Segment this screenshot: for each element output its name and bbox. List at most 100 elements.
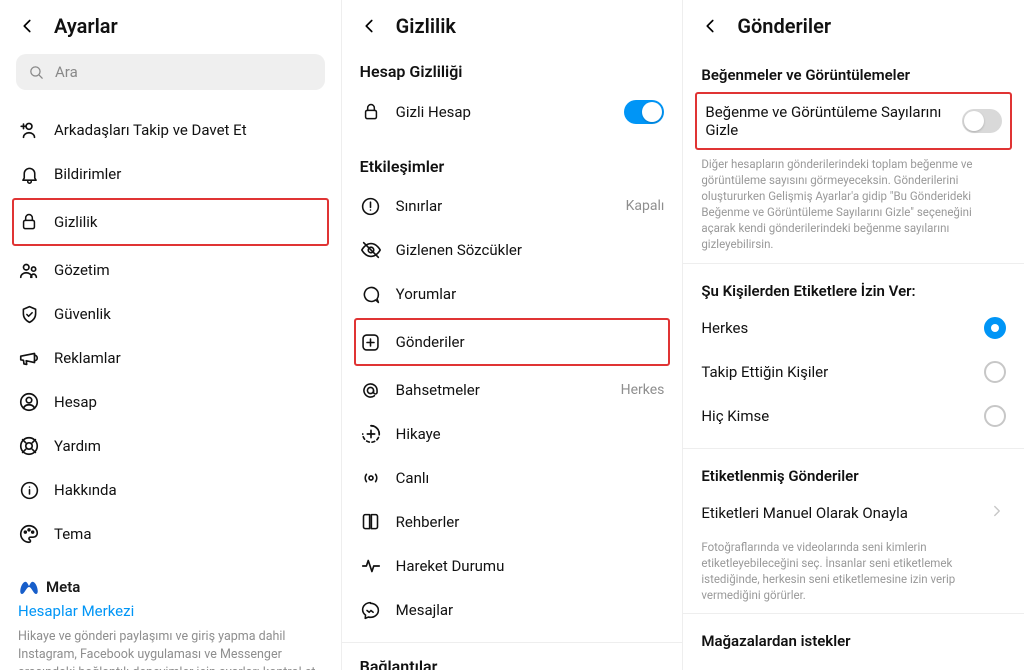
divider xyxy=(683,263,1024,264)
item-label: Hakkında xyxy=(54,481,323,499)
item-label: Tema xyxy=(54,525,323,543)
section-tagged-posts: Etiketlenmiş Gönderiler xyxy=(697,461,1010,491)
palette-icon xyxy=(18,523,40,545)
tag-option-following[interactable]: Takip Ettiğin Kişiler xyxy=(697,350,1010,394)
shield-icon xyxy=(18,303,40,325)
back-button[interactable] xyxy=(358,15,380,37)
page-title: Gönderiler xyxy=(737,14,831,38)
highlighted-posts: Gönderiler xyxy=(354,318,671,366)
radio-unselected[interactable] xyxy=(984,405,1006,427)
settings-item-theme[interactable]: Tema xyxy=(14,512,327,556)
section-likes-views: Beğenmeler ve Görüntülemeler xyxy=(697,60,1010,90)
privacy-item-comments[interactable]: Yorumlar xyxy=(356,272,669,316)
item-label: Sınırlar xyxy=(396,197,612,215)
radio-unselected[interactable] xyxy=(984,361,1006,383)
privacy-item-hidden-words[interactable]: Gizlenen Sözcükler xyxy=(356,228,669,272)
search-icon xyxy=(28,64,45,81)
settings-item-privacy[interactable]: Gizlilik xyxy=(14,200,327,244)
item-label: Hareket Durumu xyxy=(396,557,665,575)
plus-square-icon xyxy=(360,331,382,353)
hide-counts-toggle[interactable] xyxy=(962,109,1002,133)
privacy-item-story[interactable]: Hikaye xyxy=(356,412,669,456)
megaphone-icon xyxy=(18,347,40,369)
section-allow-tags: Şu Kişilerden Etiketlere İzin Ver: xyxy=(697,276,1010,306)
manual-approve-row[interactable]: Etiketleri Manuel Olarak Onayla xyxy=(697,491,1010,535)
story-icon xyxy=(360,423,382,445)
user-circle-icon xyxy=(18,391,40,413)
item-label: Rehberler xyxy=(396,513,665,531)
item-label: Yardım xyxy=(54,437,323,455)
item-label: Hikaye xyxy=(396,425,665,443)
add-user-icon xyxy=(18,119,40,141)
item-trail: Herkes xyxy=(621,382,665,398)
privacy-item-posts[interactable]: Gönderiler xyxy=(356,320,669,364)
item-label: Yorumlar xyxy=(396,285,665,303)
privacy-item-guides[interactable]: Rehberler xyxy=(356,500,669,544)
tag-option-noone[interactable]: Hiç Kimse xyxy=(697,394,1010,438)
item-trail: Kapalı xyxy=(626,198,665,214)
search-input[interactable]: Ara xyxy=(16,54,325,90)
info-icon xyxy=(18,479,40,501)
privacy-item-live[interactable]: Canlı xyxy=(356,456,669,500)
settings-item-ads[interactable]: Reklamlar xyxy=(14,336,327,380)
item-label: Gözetim xyxy=(54,261,323,279)
item-label: Hesap xyxy=(54,393,323,411)
hide-counts-row[interactable]: Beğenme ve Görüntüleme Sayılarını Gizle xyxy=(697,94,1010,148)
settings-item-about[interactable]: Hakkında xyxy=(14,468,327,512)
messenger-icon xyxy=(360,599,382,621)
radio-selected[interactable] xyxy=(984,317,1006,339)
footer-description: Hikaye ve gönderi paylaşımı ve giriş yap… xyxy=(14,624,327,670)
highlighted-privacy: Gizlilik xyxy=(12,198,329,246)
item-label: Bahsetmeler xyxy=(396,381,607,399)
settings-item-security[interactable]: Güvenlik xyxy=(14,292,327,336)
section-connections: Bağlantılar xyxy=(360,657,665,670)
divider xyxy=(683,448,1024,449)
lock-icon xyxy=(360,101,382,123)
item-label: Güvenlik xyxy=(54,305,323,323)
accounts-center-link[interactable]: Hesaplar Merkezi xyxy=(14,596,327,624)
private-account-label: Gizli Hesap xyxy=(396,103,611,121)
manual-approve-description: Fotoğraflarında ve videolarında seni kim… xyxy=(697,535,1010,603)
item-label: Canlı xyxy=(396,469,665,487)
item-label: Gizlilik xyxy=(54,213,323,231)
back-button[interactable] xyxy=(16,15,38,37)
private-account-toggle[interactable] xyxy=(624,100,664,124)
option-label: Herkes xyxy=(701,319,972,337)
comment-icon xyxy=(360,283,382,305)
privacy-item-limits[interactable]: Sınırlar Kapalı xyxy=(356,184,669,228)
meta-icon xyxy=(18,580,40,594)
page-title: Ayarlar xyxy=(54,14,118,38)
divider xyxy=(342,642,683,643)
settings-item-supervision[interactable]: Gözetim xyxy=(14,248,327,292)
tag-option-everyone[interactable]: Herkes xyxy=(697,306,1010,350)
privacy-item-activity[interactable]: Hareket Durumu xyxy=(356,544,669,588)
back-button[interactable] xyxy=(699,15,721,37)
section-account-privacy: Hesap Gizliliği xyxy=(360,62,665,81)
alert-circle-icon xyxy=(360,195,382,217)
privacy-item-mentions[interactable]: Bahsetmeler Herkes xyxy=(356,368,669,412)
manual-approve-label: Etiketleri Manuel Olarak Onayla xyxy=(701,504,976,522)
item-label: Bildirimler xyxy=(54,165,323,183)
privacy-item-messages[interactable]: Mesajlar xyxy=(356,588,669,632)
section-shop-requests: Mağazalardan istekler xyxy=(697,626,1010,656)
option-label: Hiç Kimse xyxy=(701,407,972,425)
bell-icon xyxy=(18,163,40,185)
hide-counts-label: Beğenme ve Görüntüleme Sayılarını Gizle xyxy=(705,103,950,139)
item-label: Gönderiler xyxy=(396,333,665,351)
settings-item-notifications[interactable]: Bildirimler xyxy=(14,152,327,196)
hide-counts-description: Diğer hesapların gönderilerindeki toplam… xyxy=(697,152,1010,253)
shops-row[interactable]: Gönderilerini mağazalarda öne çıkarmak i… xyxy=(697,656,1010,670)
meta-brand: Meta xyxy=(14,578,327,596)
settings-item-account[interactable]: Hesap xyxy=(14,380,327,424)
settings-item-invite[interactable]: Arkadaşları Takip ve Davet Et xyxy=(14,108,327,152)
private-account-row[interactable]: Gizli Hesap xyxy=(356,89,669,135)
chevron-right-icon xyxy=(988,502,1006,524)
settings-item-help[interactable]: Yardım xyxy=(14,424,327,468)
search-placeholder: Ara xyxy=(55,63,78,81)
option-label: Takip Ettiğin Kişiler xyxy=(701,363,972,381)
page-title: Gizlilik xyxy=(396,14,456,38)
meta-brand-text: Meta xyxy=(46,578,80,596)
at-icon xyxy=(360,379,382,401)
item-label: Arkadaşları Takip ve Davet Et xyxy=(54,121,323,139)
eye-off-icon xyxy=(360,239,382,261)
